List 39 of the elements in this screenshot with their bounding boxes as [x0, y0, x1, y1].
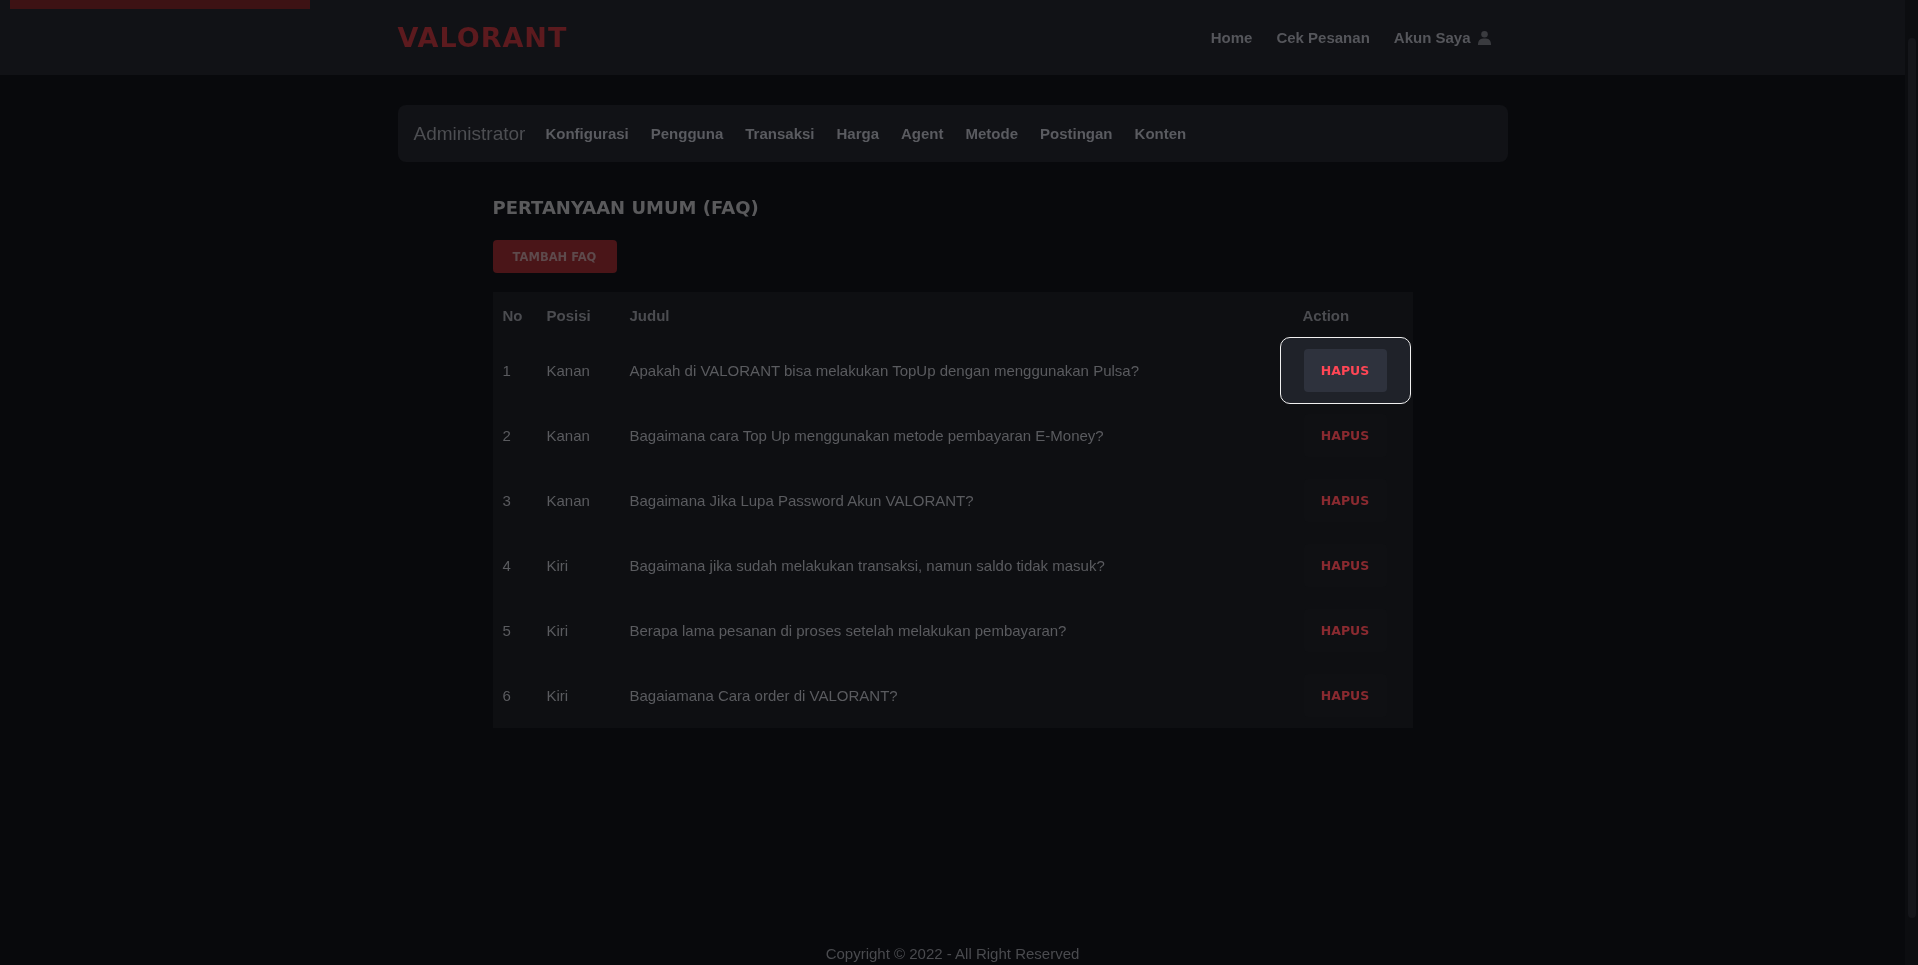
- table-cell-text: Kiri: [546, 687, 570, 704]
- table-cell-text: Apakah di VALORANT bisa melakukan TopUp dengan menggunakan Pulsa?: [629, 362, 1140, 379]
- admin-nav-link[interactable]: Konfigurasi: [545, 125, 629, 142]
- admin-nav-link[interactable]: Postingan: [1040, 125, 1113, 142]
- footer-text: Copyright © 2022 - All Right Reserved: [825, 945, 1080, 962]
- table-cell-text: Kanan: [546, 427, 591, 444]
- table-cell-text: Bagaimana jika sudah melakukan transaksi, namun saldo tidak masuk?: [629, 557, 1106, 574]
- table-cell-text: Berapa lama pesanan di proses setelah melakukan pembayaran?: [629, 622, 1068, 639]
- admin-title: Administrator: [413, 122, 526, 145]
- column-header: Action: [1302, 306, 1351, 324]
- admin-nav-link[interactable]: Metode: [965, 125, 1019, 142]
- nav-link[interactable]: Cek Pesanan: [1276, 29, 1370, 46]
- table-cell-text: Bagaimana Jika Lupa Password Akun VALORANT?: [629, 492, 975, 509]
- admin-nav-link[interactable]: Transaksi: [745, 125, 815, 142]
- column-header: Judul: [629, 306, 671, 324]
- admin-nav-link[interactable]: Agent: [901, 125, 944, 142]
- table-cell-text: Kanan: [546, 492, 591, 509]
- table-cell-text: 6: [501, 687, 512, 704]
- table-cell-text: Bagaiamana Cara order di VALORANT?: [629, 687, 899, 704]
- table-cell-text: 1: [501, 362, 512, 379]
- table-cell-text: 2: [501, 427, 512, 444]
- admin-nav-link[interactable]: Harga: [836, 125, 880, 142]
- table-cell-text: 4: [501, 557, 512, 574]
- nav-link[interactable]: Akun Saya: [1393, 29, 1492, 46]
- page-title: PERTANYAAN UMUM (FAQ): [492, 197, 760, 218]
- admin-nav-link[interactable]: Konten: [1134, 125, 1187, 142]
- delete-button[interactable]: HAPUS: [1303, 349, 1387, 392]
- nav-link[interactable]: Home: [1210, 29, 1253, 46]
- admin-nav-link[interactable]: Pengguna: [650, 125, 724, 142]
- column-header: Posisi: [546, 306, 592, 324]
- table-cell-text: 3: [501, 492, 512, 509]
- column-header: No: [501, 306, 524, 324]
- user-icon: [1476, 30, 1492, 45]
- table-cell-text: Kiri: [546, 557, 570, 574]
- table-cell-text: Kanan: [546, 362, 591, 379]
- logo[interactable]: VALORANT: [397, 22, 568, 53]
- table-cell-text: 5: [501, 622, 512, 639]
- table-cell-text: Bagaimana cara Top Up menggunakan metode pembayaran E-Money?: [629, 427, 1105, 444]
- table-cell-text: Kiri: [546, 622, 570, 639]
